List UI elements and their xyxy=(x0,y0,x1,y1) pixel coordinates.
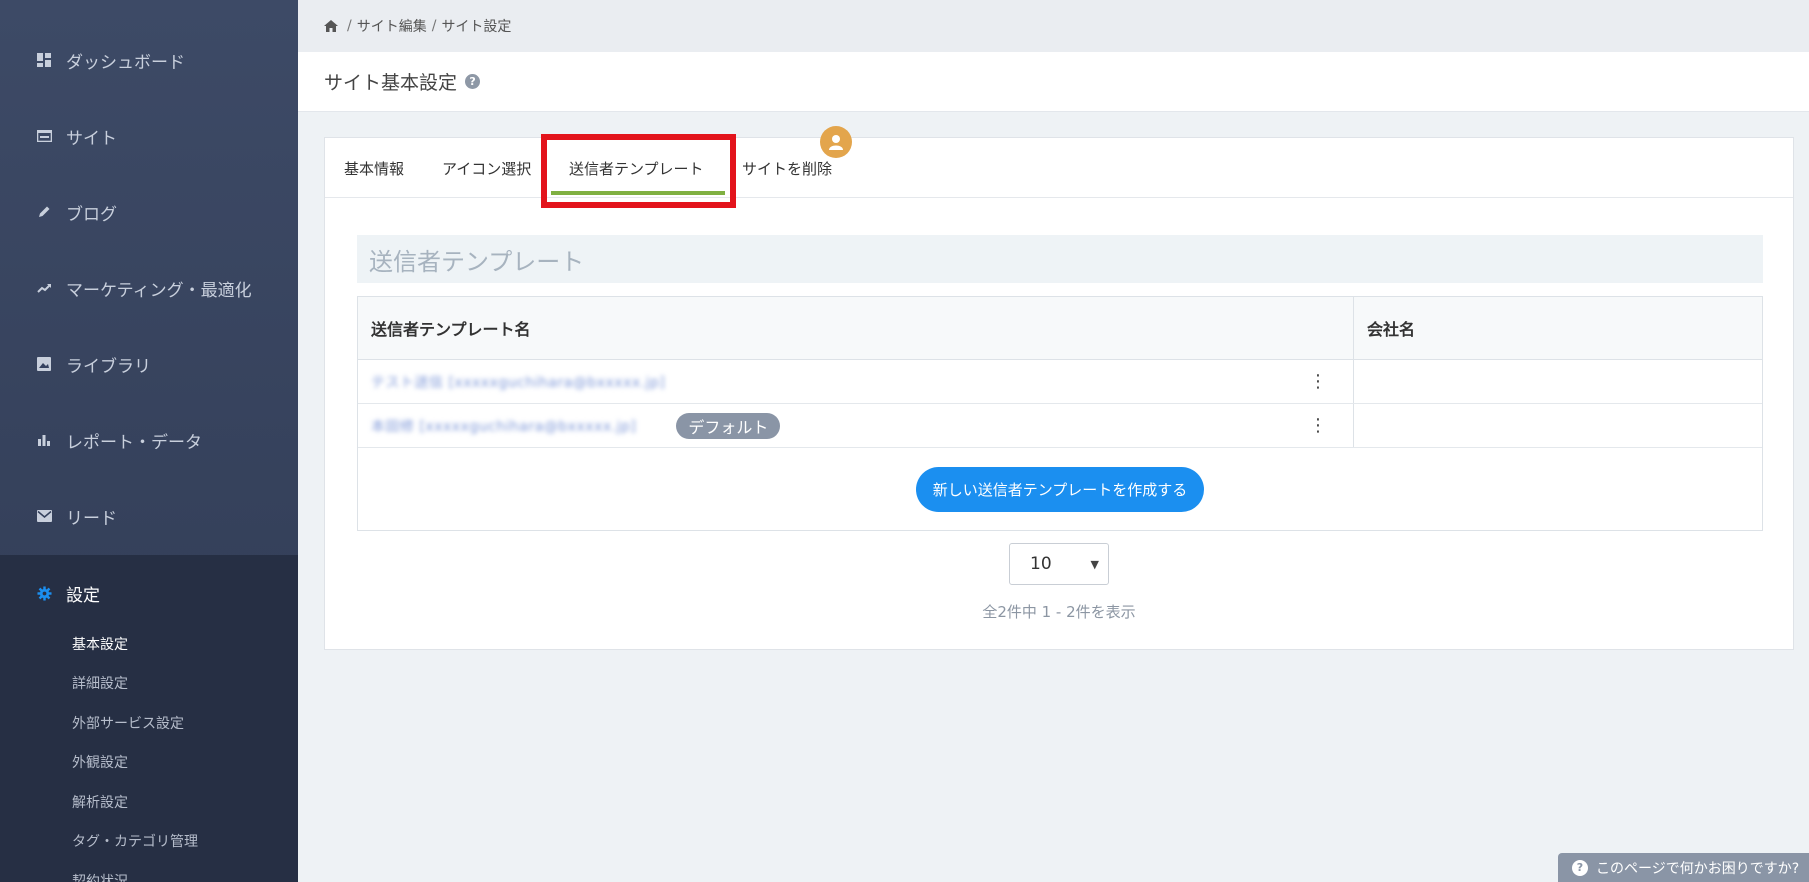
question-icon: ? xyxy=(1572,859,1588,876)
sidebar-item-marketing[interactable]: マーケティング・最適化 xyxy=(0,250,298,326)
sidebar-subitem-analytics[interactable]: 解析設定 xyxy=(72,792,128,812)
user-avatar-icon[interactable] xyxy=(820,126,852,158)
help-icon[interactable]: ? xyxy=(465,74,481,89)
company-cell xyxy=(1354,404,1762,447)
help-button[interactable]: ? このページで何かお困りですか? xyxy=(1558,853,1809,882)
sidebar-subitem-contract[interactable]: 契約状況 xyxy=(72,871,128,882)
image-icon xyxy=(36,356,52,372)
sidebar-item-label: ブログ xyxy=(66,204,117,225)
row-menu-icon[interactable]: ⋮ xyxy=(1309,416,1327,435)
sidebar-subitem-advanced[interactable]: 詳細設定 xyxy=(72,673,128,693)
sidebar-item-label: レポート・データ xyxy=(66,432,202,453)
default-badge: デフォルト xyxy=(676,412,781,439)
site-icon xyxy=(36,128,52,144)
highlight-annotation xyxy=(541,134,736,208)
sidebar-item-library[interactable]: ライブラリ xyxy=(0,326,298,402)
breadcrumb-item-site-edit[interactable]: サイト編集 xyxy=(357,16,427,36)
sidebar-item-label: 設定 xyxy=(66,585,100,606)
row-menu-icon[interactable]: ⋮ xyxy=(1309,372,1327,391)
create-button-row: 新しい送信者テンプレートを作成する xyxy=(358,448,1762,530)
create-sender-template-button[interactable]: 新しい送信者テンプレートを作成する xyxy=(915,466,1205,512)
sidebar-item-label: マーケティング・最適化 xyxy=(66,280,252,301)
sidebar-item-label: サイト xyxy=(66,128,117,149)
per-page-select[interactable]: 10 ▼ xyxy=(1009,543,1109,585)
sidebar-subitem-basic[interactable]: 基本設定 xyxy=(72,634,128,654)
settings-section: 設定 基本設定 詳細設定 外部サービス設定 外観設定 解析設定 タグ・カテゴリ管… xyxy=(0,555,298,882)
page-header: サイト基本設定 ? xyxy=(298,52,1809,112)
tab-bar: 基本情報 アイコン選択 送信者テンプレート サイトを削除 xyxy=(325,126,1793,208)
section-title: 送信者テンプレート xyxy=(357,235,1763,283)
table-row[interactable]: テスト送信 [xxxxxguchihara@bxxxxx.jp] ⋮ xyxy=(358,360,1762,404)
tab-delete-site[interactable]: サイトを削除 xyxy=(742,138,832,198)
template-name-cell: テスト送信 [xxxxxguchihara@bxxxxx.jp] ⋮ xyxy=(358,360,1354,403)
gear-icon xyxy=(36,585,52,601)
table-header: 送信者テンプレート名 会社名 xyxy=(358,297,1762,360)
template-name[interactable]: 本田修 [xxxxxguchihara@bxxxxx.jp] xyxy=(371,416,636,436)
tab-icon-select[interactable]: アイコン選択 xyxy=(442,138,531,198)
sidebar-item-dashboard[interactable]: ダッシュボード xyxy=(0,22,298,98)
breadcrumb: / サイト編集 / サイト設定 xyxy=(298,0,1809,52)
sidebar-subitem-appearance[interactable]: 外観設定 xyxy=(72,752,128,772)
dashboard-icon xyxy=(36,52,52,68)
table-row[interactable]: 本田修 [xxxxxguchihara@bxxxxx.jp] デフォルト ⋮ xyxy=(358,404,1762,448)
sidebar-item-report[interactable]: レポート・データ xyxy=(0,402,298,478)
settings-card: 基本情報 アイコン選択 送信者テンプレート サイトを削除 送信者テンプレート 送… xyxy=(324,126,1794,650)
sidebar: ダッシュボード サイト ブログ マーケティング・最適化 ライブラリ レポート・デ… xyxy=(0,0,298,882)
mail-icon xyxy=(36,508,52,524)
sidebar-item-settings[interactable]: 設定 xyxy=(0,555,298,631)
breadcrumb-separator: / xyxy=(347,18,352,34)
pencil-icon xyxy=(36,204,52,220)
company-cell xyxy=(1354,360,1762,403)
chevron-down-icon: ▼ xyxy=(1090,557,1099,571)
template-name[interactable]: テスト送信 [xxxxxguchihara@bxxxxx.jp] xyxy=(371,372,665,392)
sidebar-item-label: ダッシュボード xyxy=(66,52,185,73)
sidebar-subitem-tags[interactable]: タグ・カテゴリ管理 xyxy=(72,831,198,851)
sidebar-item-blog[interactable]: ブログ xyxy=(0,174,298,250)
home-icon[interactable] xyxy=(324,20,338,32)
help-button-label: このページで何かお困りですか? xyxy=(1596,860,1800,877)
sidebar-subitem-external[interactable]: 外部サービス設定 xyxy=(72,713,184,733)
sidebar-item-label: リード xyxy=(66,508,117,529)
bar-chart-icon xyxy=(36,432,52,448)
sidebar-item-site[interactable]: サイト xyxy=(0,98,298,174)
breadcrumb-item-site-settings: サイト設定 xyxy=(441,19,512,35)
tab-basic-info[interactable]: 基本情報 xyxy=(344,138,404,198)
template-name-cell: 本田修 [xxxxxguchihara@bxxxxx.jp] デフォルト ⋮ xyxy=(358,404,1354,447)
pagination-summary: 全2件中 1 - 2件を表示 xyxy=(982,603,1136,621)
column-header-template-name: 送信者テンプレート名 xyxy=(358,297,1354,359)
sidebar-item-lead[interactable]: リード xyxy=(0,478,298,554)
per-page-value: 10 xyxy=(1030,554,1052,574)
column-header-company: 会社名 xyxy=(1367,320,1416,339)
sender-template-table: 送信者テンプレート名 会社名 テスト送信 [xxxxxguchihara@bxx… xyxy=(357,296,1763,531)
sidebar-item-label: ライブラリ xyxy=(66,356,151,377)
breadcrumb-separator: / xyxy=(431,18,437,34)
page-title: サイト基本設定 xyxy=(324,72,458,94)
trend-icon xyxy=(36,280,52,296)
